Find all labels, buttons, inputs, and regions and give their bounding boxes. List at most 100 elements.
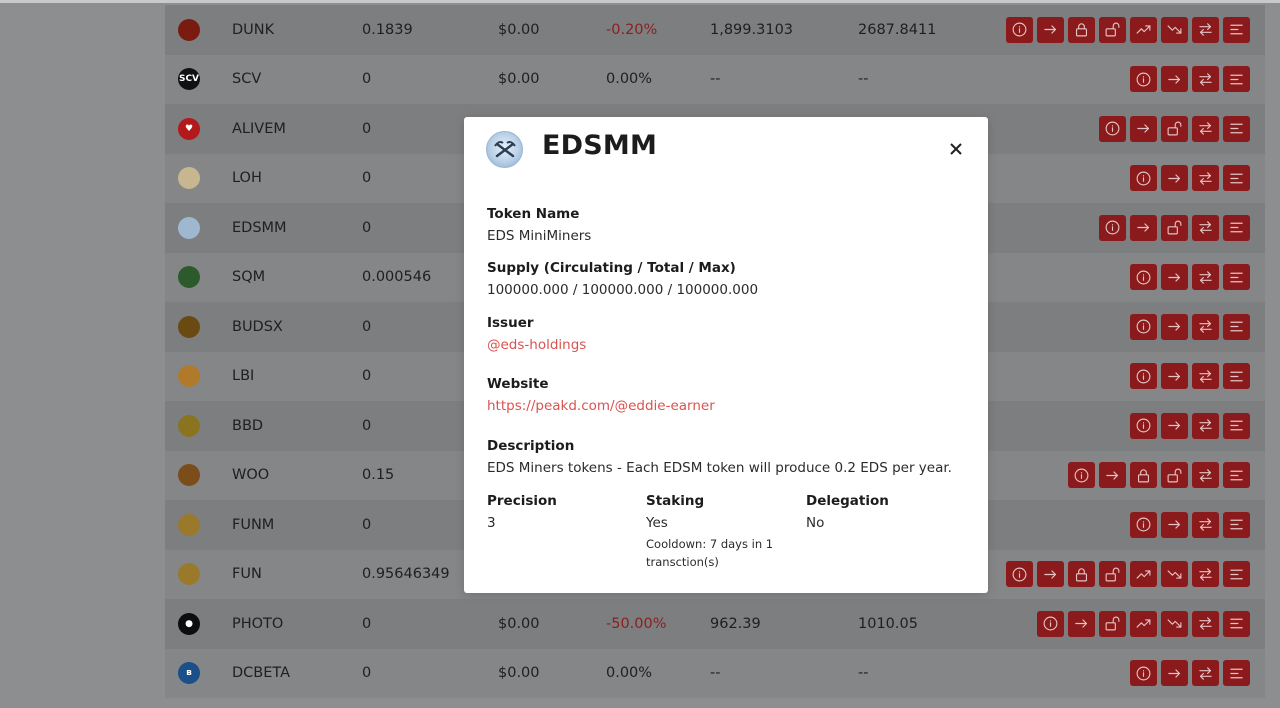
staking-value: Yes [646,515,668,531]
swap-button[interactable] [1192,264,1219,291]
menu-button[interactable] [1223,66,1250,93]
info-button[interactable] [1130,66,1157,93]
trend-down-button[interactable] [1161,610,1188,637]
info-button[interactable] [1068,462,1095,489]
info-button[interactable] [1130,264,1157,291]
swap-button[interactable] [1192,561,1219,588]
menu-button[interactable] [1223,115,1250,142]
transfer-button[interactable] [1161,66,1188,93]
trend-down-button[interactable] [1161,561,1188,588]
issuer-link[interactable]: @eds-holdings [487,337,586,353]
transfer-button[interactable] [1130,115,1157,142]
info-button[interactable] [1006,16,1033,43]
token-volume: -- [710,71,721,88]
swap-button[interactable] [1192,313,1219,340]
transfer-button[interactable] [1068,610,1095,637]
info-button[interactable] [1130,412,1157,439]
token-balance: 0 [362,71,372,88]
token-balance: 0.000546 [362,269,432,286]
swap-button[interactable] [1192,363,1219,390]
lock-button[interactable] [1068,16,1095,43]
transfer-button[interactable] [1037,16,1064,43]
trend-down-button[interactable] [1161,16,1188,43]
token-icon-loh [178,167,200,190]
menu-button[interactable] [1223,16,1250,43]
transfer-button[interactable] [1161,363,1188,390]
unlock-button[interactable] [1099,16,1126,43]
unlock-button[interactable] [1161,462,1188,489]
info-button[interactable] [1130,165,1157,192]
swap-button[interactable] [1192,165,1219,192]
lock-button[interactable] [1130,462,1157,489]
token-actions [1130,412,1250,439]
swap-button[interactable] [1192,511,1219,538]
swap-button[interactable] [1192,412,1219,439]
swap-button[interactable] [1192,462,1219,489]
modal-title: EDSMM [542,130,658,161]
menu-button[interactable] [1223,165,1250,192]
transfer-button[interactable] [1161,264,1188,291]
info-button[interactable] [1130,660,1157,687]
swap-button[interactable] [1192,214,1219,241]
trend-up-button[interactable] [1130,561,1157,588]
pickaxe-icon [493,140,516,157]
token-balance: 0 [362,219,372,236]
info-button[interactable] [1099,115,1126,142]
menu-button[interactable] [1223,412,1250,439]
info-button[interactable] [1130,511,1157,538]
menu-button[interactable] [1223,660,1250,687]
transfer-button[interactable] [1130,214,1157,241]
info-icon [1105,220,1120,235]
unlock-button[interactable] [1099,610,1126,637]
transfer-button[interactable] [1037,561,1064,588]
close-icon[interactable] [948,141,964,157]
transfer-button[interactable] [1161,660,1188,687]
menu-icon [1230,420,1243,431]
transfer-button[interactable] [1099,462,1126,489]
swap-button[interactable] [1192,115,1219,142]
swap-icon [1199,221,1212,234]
token-actions [1130,660,1250,687]
swap-button[interactable] [1192,66,1219,93]
menu-button[interactable] [1223,610,1250,637]
website-link[interactable]: https://peakd.com/@eddie-earner [487,398,715,414]
unlock-button[interactable] [1161,115,1188,142]
menu-button[interactable] [1223,462,1250,489]
info-button[interactable] [1006,561,1033,588]
unlock-button[interactable] [1099,561,1126,588]
token-market-cap: 1010.05 [858,615,918,632]
menu-button[interactable] [1223,264,1250,291]
info-icon [1136,369,1151,384]
menu-button[interactable] [1223,313,1250,340]
token-icon-funm [178,513,200,536]
swap-button[interactable] [1192,16,1219,43]
transfer-button[interactable] [1161,313,1188,340]
menu-button[interactable] [1223,561,1250,588]
info-button[interactable] [1130,313,1157,340]
menu-button[interactable] [1223,363,1250,390]
info-button[interactable] [1130,363,1157,390]
lock-button[interactable] [1068,561,1095,588]
transfer-button[interactable] [1161,412,1188,439]
swap-icon [1199,172,1212,185]
token-symbol: WOO [232,467,270,484]
swap-icon [1199,568,1212,581]
token-market-cap: 2687.8411 [858,21,937,38]
token-logo [486,131,523,168]
transfer-icon [1168,372,1181,381]
trend-up-button[interactable] [1130,610,1157,637]
issuer-label: Issuer [487,315,534,331]
info-button[interactable] [1099,214,1126,241]
trend-up-button[interactable] [1130,16,1157,43]
menu-button[interactable] [1223,511,1250,538]
info-icon [1043,616,1058,631]
transfer-button[interactable] [1161,511,1188,538]
menu-button[interactable] [1223,214,1250,241]
menu-icon [1230,470,1243,481]
transfer-button[interactable] [1161,165,1188,192]
info-button[interactable] [1037,610,1064,637]
swap-button[interactable] [1192,610,1219,637]
swap-button[interactable] [1192,660,1219,687]
unlock-button[interactable] [1161,214,1188,241]
token-icon-alivem: ♥ [178,117,200,140]
